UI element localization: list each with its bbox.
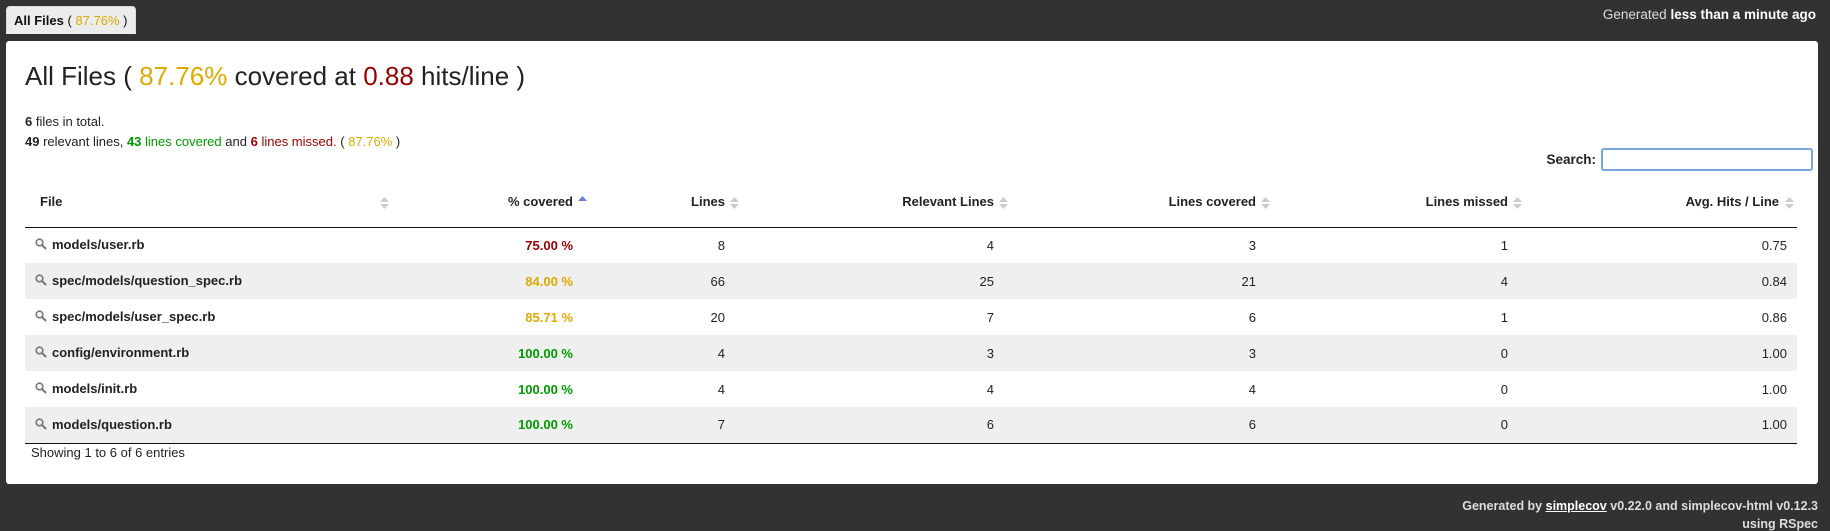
percent-covered-cell: 84.00 % [395,263,595,299]
file-link[interactable]: spec/models/user_spec.rb [52,309,215,324]
relevant-lines-cell: 6 [745,407,1014,444]
lines-cell: 4 [717,381,725,397]
file-cell: models/user.rb [25,227,395,263]
table-row: spec/models/user_spec.rb 85.71 % 20 7 6 1 0.86 [25,299,1797,335]
sort-icon [1513,197,1522,209]
avg-hits-cell: 1.00 [1761,381,1787,397]
lines-missed-cell: 1 [1500,309,1508,325]
title-hits: 0.88 [363,61,414,91]
magnifier-icon [35,274,47,289]
relevant-lines-cell: 7 [986,309,994,325]
footer: Generated by simplecov v0.22.0 and simpl… [1462,499,1818,531]
file-cell: models/init.rb [25,371,395,407]
percent-covered-cell: 100.00 % [395,335,595,371]
column-relevant-lines[interactable]: Relevant Lines [745,177,1014,228]
avg-hits-cell: 0.75 [1761,237,1787,253]
lines-cell: 4 [595,335,745,371]
file-cell: config/environment.rb [25,335,395,371]
page-title: All Files ( 87.76% covered at 0.88 hits/… [25,61,526,91]
percent-covered-cell: 75.00 % [525,237,573,253]
lines-covered-cell: 3 [1014,335,1276,371]
search-label: Search: [1546,152,1596,167]
search-input[interactable] [1601,148,1813,171]
generated-timestamp: Generated less than a minute ago [1602,7,1816,22]
table-row: config/environment.rb 100.00 % 4 3 3 0 1.00 [25,335,1797,371]
sort-icon [1261,197,1270,209]
search-box: Search: [1546,148,1813,171]
file-cell: spec/models/user_spec.rb [25,299,395,335]
percent-covered-cell: 100.00 % [395,407,595,444]
entries-info: Showing 1 to 6 of 6 entries [31,445,185,460]
relevant-lines-cell: 4 [986,237,994,253]
magnifier-icon [35,418,47,433]
sort-asc-icon [578,196,587,208]
tab-percent: 87.76% [75,13,120,28]
column-lines-covered[interactable]: Lines covered [1014,177,1276,228]
avg-hits-cell: 0.86 [1761,309,1787,325]
column-lines[interactable]: Lines [595,177,745,228]
sort-icon [730,197,739,209]
sort-icon [1785,197,1794,209]
tab-all-files[interactable]: All Files ( 87.76% ) [6,6,137,34]
lines-missed-cell: 1 [1500,237,1508,253]
magnifier-icon [35,346,47,361]
table-row: models/init.rb 100.00 % 4 4 4 0 1.00 [25,371,1797,407]
lines-cell: 20 [710,309,725,325]
coverage-summary: 6 files in total. 49 relevant lines, 43 … [25,114,401,149]
magnifier-icon [35,382,47,397]
avg-hits-cell: 0.84 [1528,263,1797,299]
lines-covered-cell: 6 [1248,309,1256,325]
lines-covered-cell: 3 [1248,237,1256,253]
column-lines-missed[interactable]: Lines missed [1276,177,1528,228]
file-link[interactable]: models/question.rb [52,417,172,432]
simplecov-link[interactable]: simplecov [1546,499,1607,513]
avg-hits-cell: 1.00 [1528,335,1797,371]
title-percent: 87.76% [139,61,228,91]
table-row: models/question.rb 100.00 % 7 6 6 0 1.00 [25,407,1797,444]
relevant-lines-cell: 3 [745,335,1014,371]
percent-covered-cell: 85.71 % [525,309,573,325]
tab-label: All Files [14,13,64,28]
lines-missed-cell: 0 [1276,335,1528,371]
percent-covered-cell: 100.00 % [518,381,573,397]
file-cell: models/question.rb [25,407,395,444]
magnifier-icon [35,310,47,325]
relevant-lines-cell: 25 [745,263,1014,299]
file-link[interactable]: models/init.rb [52,381,137,396]
sort-icon [999,197,1008,209]
lines-covered-cell: 21 [1014,263,1276,299]
magnifier-icon [35,238,47,253]
lines-missed-cell: 4 [1276,263,1528,299]
table-row: spec/models/question_spec.rb 84.00 % 66 25 2… [25,263,1797,299]
column-avg-hits[interactable]: Avg. Hits / Line [1528,177,1797,228]
lines-cell: 66 [595,263,745,299]
lines-missed-cell: 0 [1276,407,1528,444]
main-panel: All Files ( 87.76% covered at 0.88 hits/… [6,41,1818,484]
sort-icon [380,197,389,209]
lines-cell: 8 [717,237,725,253]
lines-covered-cell: 6 [1014,407,1276,444]
file-link[interactable]: config/environment.rb [52,345,189,360]
table-row: models/user.rb 75.00 % 8 4 3 1 0.75 [25,227,1797,263]
file-link[interactable]: spec/models/question_spec.rb [52,273,242,288]
column-percent-covered[interactable]: % covered [395,177,595,228]
file-list-table: File % covered Lines Relevant Lines Line… [25,177,1797,444]
file-cell: spec/models/question_spec.rb [25,263,395,299]
avg-hits-cell: 1.00 [1528,407,1797,444]
relevant-lines-cell: 4 [986,381,994,397]
file-link[interactable]: models/user.rb [52,237,144,252]
lines-covered-cell: 4 [1248,381,1256,397]
lines-cell: 7 [595,407,745,444]
column-file[interactable]: File [25,177,395,228]
lines-missed-cell: 0 [1500,381,1508,397]
